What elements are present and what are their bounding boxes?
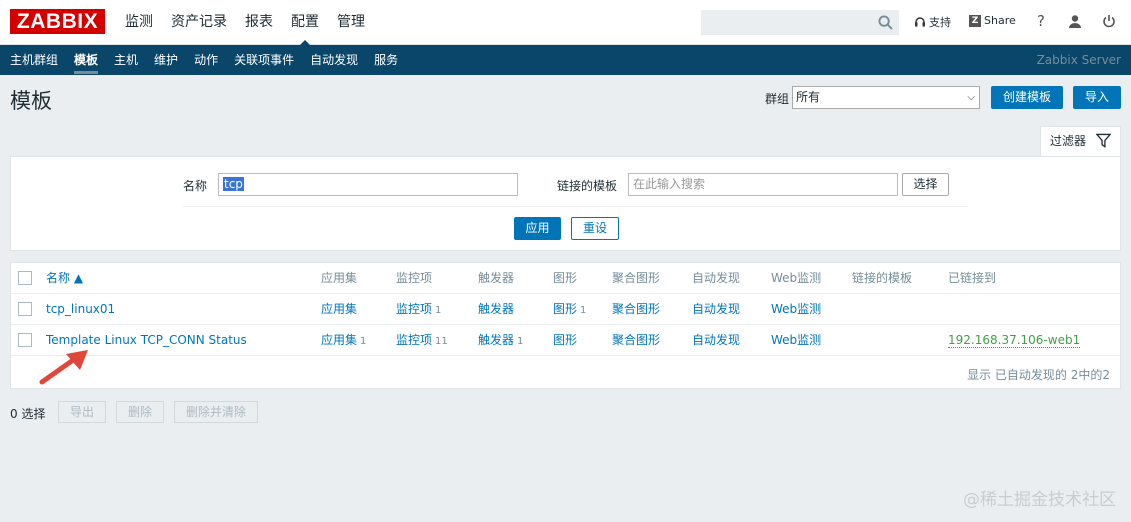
import-button[interactable]: 导入 [1073, 86, 1121, 109]
items-link[interactable]: 监控项 [396, 333, 432, 347]
table-header: 名称 ▲ 应用集 监控项 触发器 图形 聚合图形 自动发现 Web监测 链接的模… [11, 263, 1120, 294]
linked-host-link[interactable]: 192.168.37.106-web1 [948, 333, 1081, 348]
applications-link[interactable]: 应用集 [321, 333, 357, 347]
search-icon[interactable] [878, 15, 893, 30]
web-link[interactable]: Web监测 [771, 294, 821, 324]
export-button[interactable]: 导出 [58, 401, 106, 423]
subnav-actions[interactable]: 动作 [186, 45, 226, 75]
chevron-down-icon: ⌵ [967, 92, 975, 103]
watermark: @稀土掘金技术社区 [963, 490, 1116, 510]
graphs-link[interactable]: 图形 [553, 302, 577, 316]
applications-count: 1 [360, 336, 367, 347]
filter-panel: 名称 tcp 链接的模板 在此输入搜索 选择 应用 重设 [10, 156, 1121, 251]
graphs-link[interactable]: 图形 [553, 333, 577, 347]
filter-name-input[interactable]: tcp [218, 173, 518, 196]
items-count: 1 [435, 305, 442, 316]
subnav-services[interactable]: 服务 [366, 45, 406, 75]
filter-tab[interactable]: 过滤器 [1040, 126, 1121, 157]
filter-tab-label: 过滤器 [1050, 134, 1087, 148]
group-select[interactable]: 所有 ⌵ [792, 86, 980, 109]
filter-linked-label: 链接的模板 [557, 179, 618, 193]
select-all-checkbox[interactable] [18, 271, 32, 285]
reset-button[interactable]: 重设 [571, 217, 619, 240]
row-checkbox[interactable] [18, 333, 32, 347]
select-button[interactable]: 选择 [902, 173, 949, 196]
subnav-host-groups[interactable]: 主机群组 [2, 45, 66, 75]
zabbix-logo[interactable]: ZABBIX [10, 9, 105, 34]
power-icon[interactable] [1099, 11, 1119, 31]
items-count: 11 [435, 336, 448, 347]
header-items: 监控项 [396, 271, 433, 285]
group-label: 群组 [765, 92, 790, 106]
screens-link[interactable]: 聚合图形 [612, 294, 660, 324]
share-link[interactable]: Z Share [969, 14, 1016, 27]
header-web: Web监测 [771, 271, 822, 285]
subnav-correlation[interactable]: 关联项事件 [226, 45, 302, 75]
subnav-maintenance[interactable]: 维护 [146, 45, 186, 75]
header-screens: 聚合图形 [612, 271, 661, 285]
filter-name-label: 名称 [183, 179, 208, 193]
items-link[interactable]: 监控项 [396, 302, 432, 316]
main-menu: 监测 资产记录 报表 配置 管理 [116, 0, 374, 46]
selected-count: 0 选择 [10, 407, 46, 421]
menu-inventory[interactable]: 资产记录 [162, 0, 236, 45]
menu-configuration[interactable]: 配置 [282, 0, 328, 46]
filter-divider [183, 206, 968, 207]
delete-button[interactable]: 删除 [116, 401, 164, 423]
server-name: Zabbix Server [1036, 53, 1121, 67]
header-triggers: 触发器 [478, 271, 515, 285]
apply-button[interactable]: 应用 [514, 217, 561, 240]
header-graphs: 图形 [553, 271, 578, 285]
subnav-hosts[interactable]: 主机 [106, 45, 146, 75]
triggers-link[interactable]: 触发器 [478, 302, 514, 316]
user-profile-icon[interactable] [1065, 11, 1085, 31]
page-title: 模板 [10, 89, 52, 113]
web-link[interactable]: Web监测 [771, 325, 821, 355]
template-name-link[interactable]: tcp_linux01 [46, 294, 115, 324]
help-icon[interactable]: ? [1031, 11, 1051, 31]
discovery-link[interactable]: 自动发现 [692, 294, 740, 324]
filter-icon [1096, 133, 1111, 148]
table-footer-count: 显示 已自动发现的 2中的2 [967, 368, 1110, 382]
templates-table: 名称 ▲ 应用集 监控项 触发器 图形 聚合图形 自动发现 Web监测 链接的模… [10, 262, 1121, 389]
graphs-count: 1 [580, 305, 587, 316]
table-row: tcp_linux01 应用集 监控项 1 触发器 图形 1 聚合图形 自动发现 W… [11, 294, 1120, 325]
filter-name-value: tcp [223, 177, 244, 191]
support-label: 支持 [929, 16, 951, 29]
sub-navigation: 主机群组 模板 主机 维护 动作 关联项事件 自动发现 服务 Zabbix Se… [0, 45, 1131, 75]
header-linked-to: 已链接到 [948, 271, 997, 285]
filter-linked-input[interactable]: 在此输入搜索 [628, 173, 898, 196]
delete-clear-button[interactable]: 删除并清除 [174, 401, 258, 423]
filter-linked-placeholder: 在此输入搜索 [633, 177, 706, 191]
header-name[interactable]: 名称 ▲ [46, 263, 83, 293]
menu-monitoring[interactable]: 监测 [116, 0, 162, 45]
create-template-button[interactable]: 创建模板 [991, 86, 1063, 109]
row-checkbox[interactable] [18, 302, 32, 316]
triggers-link[interactable]: 触发器 [478, 333, 514, 347]
share-label: Share [984, 14, 1016, 27]
menu-administration[interactable]: 管理 [328, 0, 374, 45]
menu-reports[interactable]: 报表 [236, 0, 282, 45]
share-icon: Z [969, 14, 981, 27]
headset-icon [915, 17, 925, 27]
support-link[interactable]: 支持 [914, 14, 951, 30]
applications-link[interactable]: 应用集 [321, 302, 357, 316]
header-discovery: 自动发现 [692, 271, 741, 285]
top-header: ZABBIX 监测 资产记录 报表 配置 管理 支持 Z Share ? [0, 0, 1131, 46]
annotation-arrow-icon [39, 350, 88, 385]
subnav-discovery[interactable]: 自动发现 [302, 45, 366, 75]
screens-link[interactable]: 聚合图形 [612, 325, 660, 355]
triggers-count: 1 [517, 336, 524, 347]
table-row: Template Linux TCP_CONN Status 应用集 1 监控项 1… [11, 325, 1120, 356]
header-applications: 应用集 [321, 271, 358, 285]
discovery-link[interactable]: 自动发现 [692, 325, 740, 355]
subnav-templates[interactable]: 模板 [66, 45, 106, 75]
header-linked-templates: 链接的模板 [852, 271, 913, 285]
search-input[interactable] [701, 10, 899, 35]
group-select-value: 所有 [796, 90, 821, 104]
